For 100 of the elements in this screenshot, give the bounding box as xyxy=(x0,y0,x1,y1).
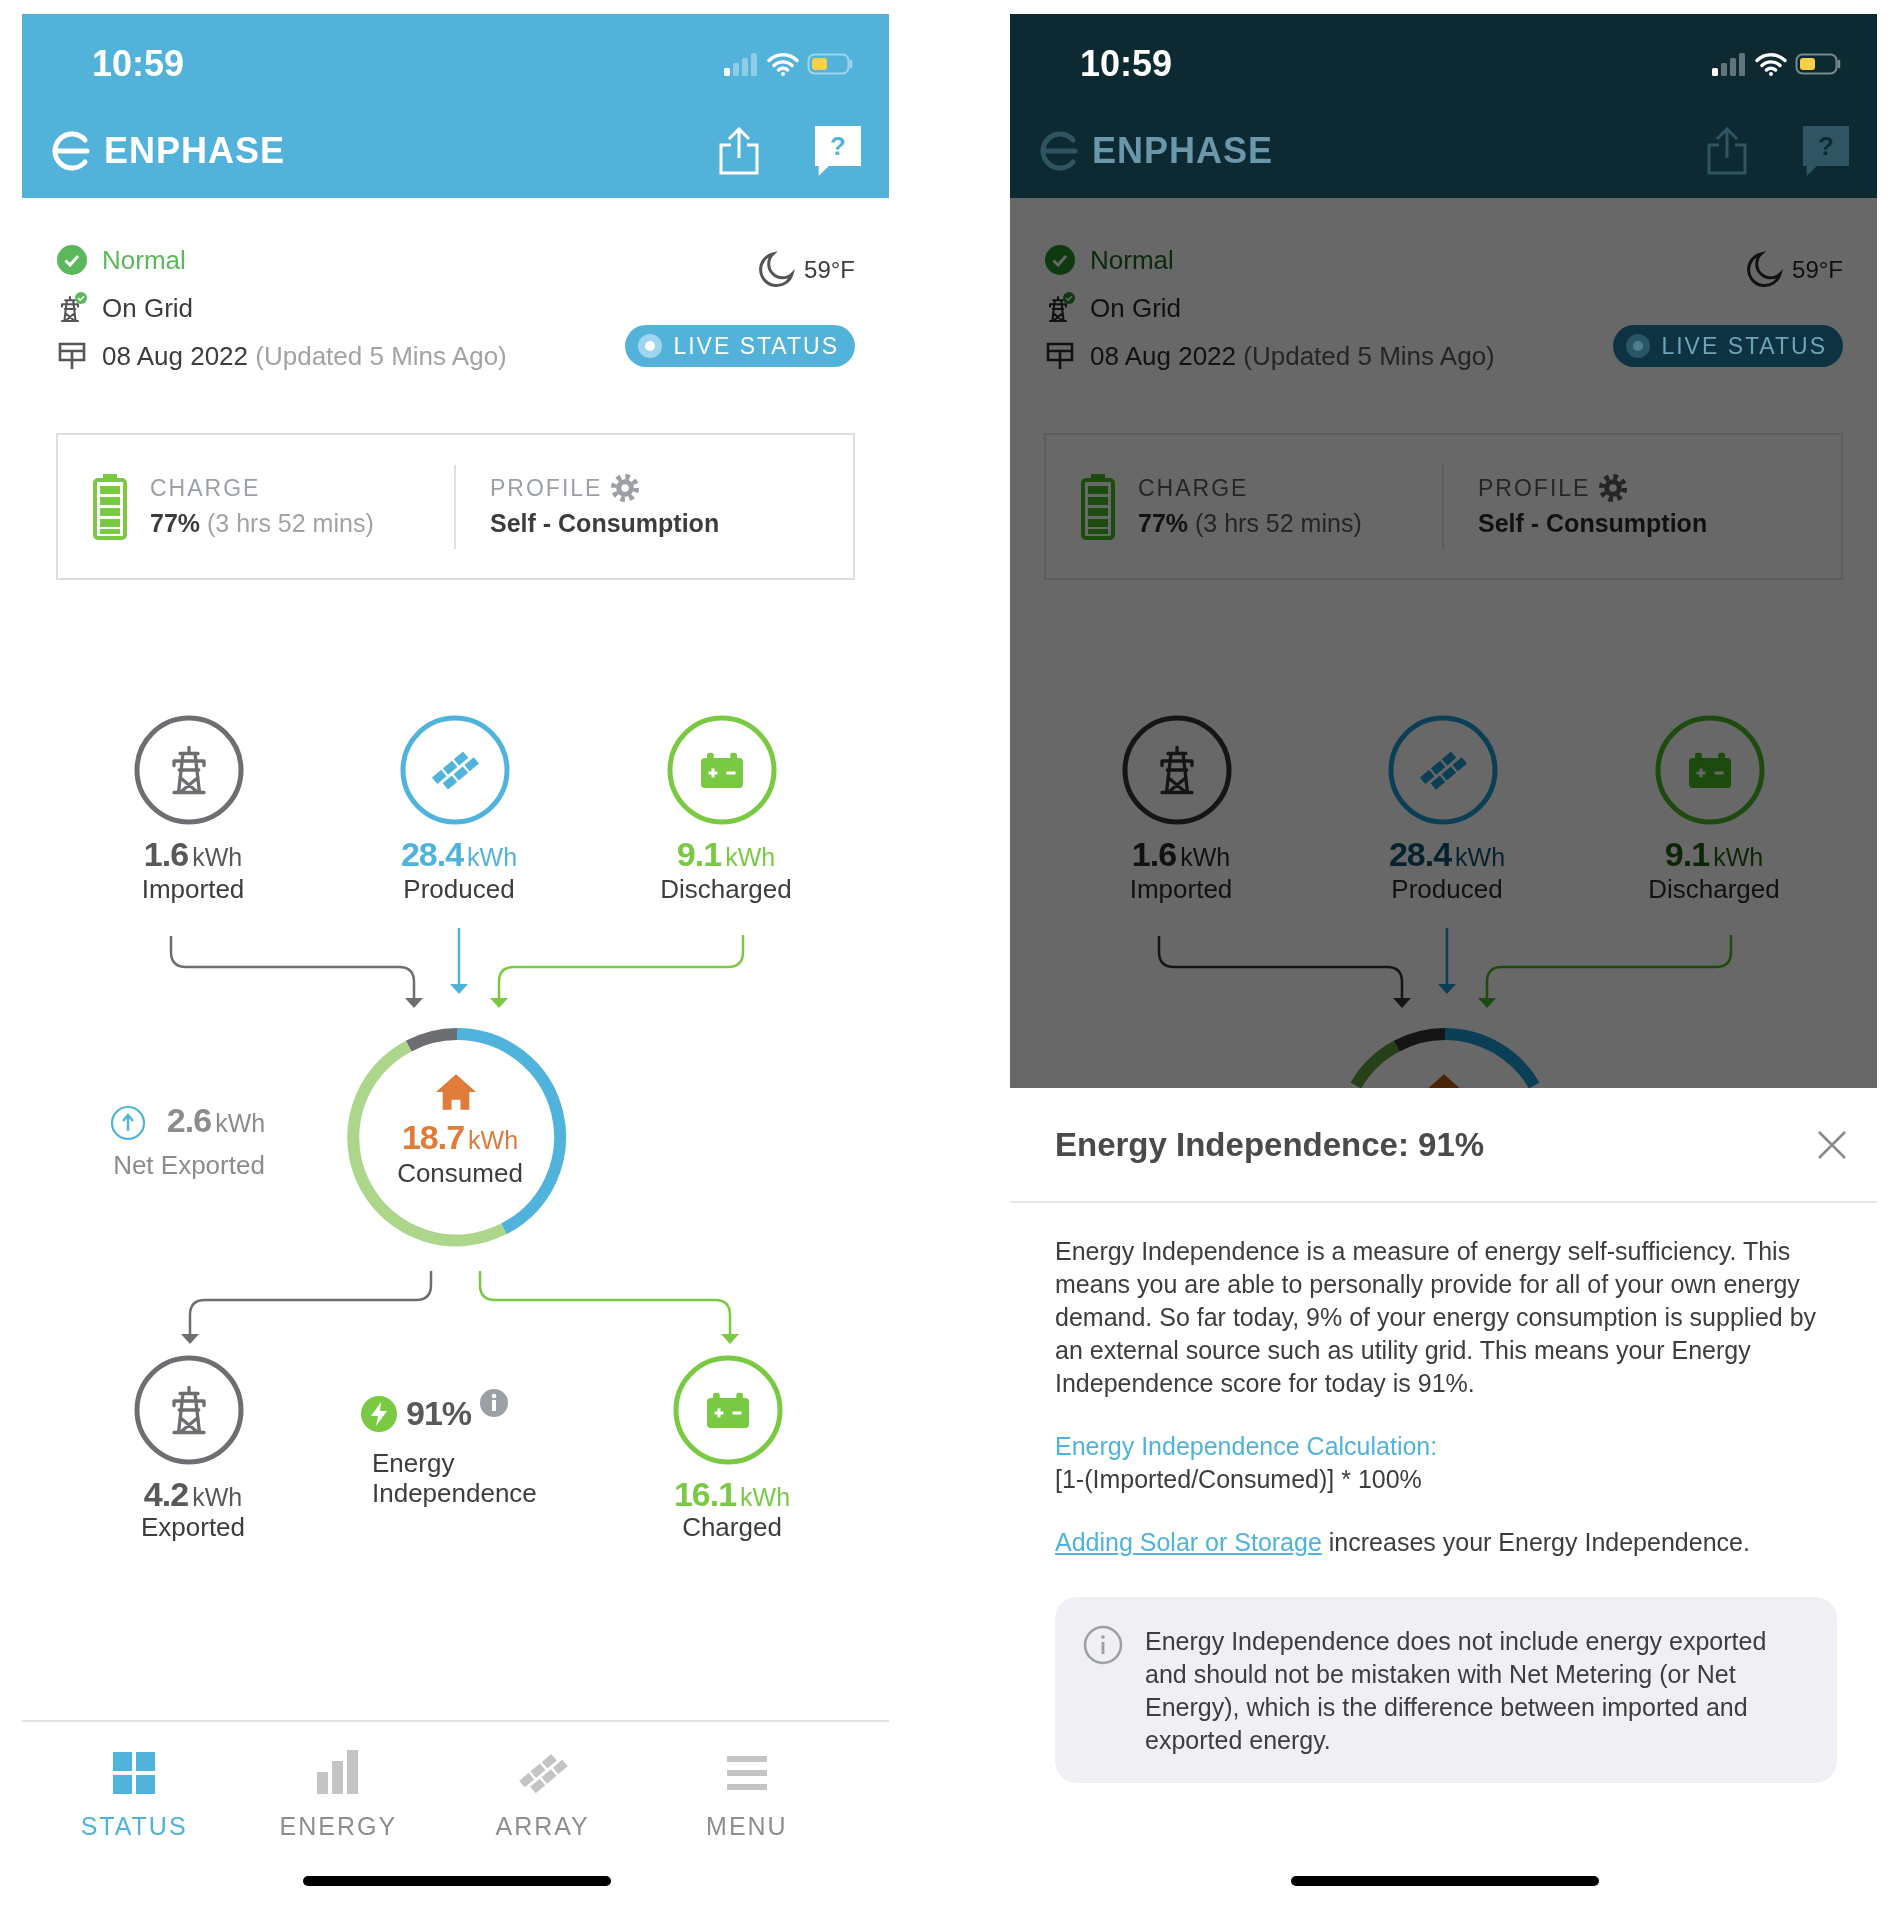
help-button[interactable]: ? xyxy=(815,126,861,176)
wifi-icon xyxy=(767,52,799,76)
grid-text: On Grid xyxy=(102,291,194,325)
energy-label: Charged xyxy=(682,1510,782,1544)
energy-value: 1.6 xyxy=(143,834,189,873)
tab-button[interactable]: STATUS xyxy=(32,1748,237,1848)
share-button[interactable] xyxy=(717,127,761,175)
independence-label: Energy Independence xyxy=(372,1448,538,1508)
logo-icon xyxy=(50,130,92,172)
status-text: Normal xyxy=(1090,243,1174,277)
energy-value: 9.1 xyxy=(676,834,722,873)
status-text: Normal xyxy=(102,243,186,277)
energy-unit: kWh xyxy=(725,842,776,871)
profile-value: Self - Consumption xyxy=(490,508,720,539)
wifi-icon xyxy=(1755,52,1787,76)
charge-value: 77% xyxy=(150,509,201,537)
display-icon xyxy=(56,340,88,372)
live-status-button[interactable]: LIVE STATUS xyxy=(1613,325,1843,367)
check-circle-icon xyxy=(1044,244,1076,276)
profile-label: PROFILE xyxy=(1478,473,1591,503)
clock-time: 10:59 xyxy=(92,42,185,86)
updated-text: (Updated 5 Mins Ago) xyxy=(1243,340,1495,371)
energy-label: Imported xyxy=(1129,872,1233,906)
energy-label: Discharged xyxy=(660,872,792,906)
date-text: 08 Aug 2022 xyxy=(1090,340,1237,371)
tower-icon xyxy=(1121,714,1233,826)
battery-icon xyxy=(1795,52,1843,76)
date-text: 08 Aug 2022 xyxy=(102,340,249,371)
signal-icon xyxy=(1711,52,1747,76)
logo-icon xyxy=(1038,130,1080,172)
energy-label: Exported xyxy=(140,1510,246,1544)
energy-label: Consumed xyxy=(397,1156,523,1190)
charge-label: CHARGE xyxy=(150,473,262,503)
check-circle-icon xyxy=(56,244,88,276)
share-button[interactable] xyxy=(1705,127,1749,175)
close-button[interactable] xyxy=(1817,1129,1847,1160)
energy-value: 2.6 xyxy=(166,1100,212,1139)
energy-value: 28.4 xyxy=(400,834,464,873)
grid-text: On Grid xyxy=(1090,291,1182,325)
battery-icon xyxy=(666,714,778,826)
energy-value: 18.7 xyxy=(401,1117,465,1156)
battery-level-icon xyxy=(92,472,128,541)
energy-unit: kWh xyxy=(468,1125,519,1154)
share-icon xyxy=(717,127,761,175)
battery-icon xyxy=(1654,714,1766,826)
energy-value: 28.4 xyxy=(1388,834,1452,873)
help-button[interactable]: ? xyxy=(1803,126,1849,176)
clock-time: 10:59 xyxy=(1080,42,1173,86)
tab-button[interactable]: MENU xyxy=(644,1748,849,1848)
energy-unit: kWh xyxy=(192,1482,243,1511)
energy-unit: kWh xyxy=(1455,842,1506,871)
tower-icon xyxy=(133,1354,245,1466)
energy-unit: kWh xyxy=(215,1108,266,1137)
energy-label: Discharged xyxy=(1648,872,1780,906)
charge-time: (3 hrs 52 mins) xyxy=(1195,509,1362,537)
charge-label: CHARGE xyxy=(1138,473,1250,503)
link-sentence: Adding Solar or Storage increases your Energy Independence. xyxy=(1055,1527,1751,1558)
info-icon[interactable] xyxy=(479,1388,510,1418)
energy-unit: kWh xyxy=(467,842,518,871)
energy-label: Imported xyxy=(141,872,245,906)
calculation-title: Energy Independence Calculation: xyxy=(1055,1431,1439,1462)
temperature-text: 59°F xyxy=(1792,255,1843,285)
charge-value: 77% xyxy=(1138,509,1189,537)
tab-button[interactable]: ENERGY xyxy=(236,1748,441,1848)
energy-value: 1.6 xyxy=(1131,834,1177,873)
live-dot-icon xyxy=(1625,333,1652,359)
energy-unit: kWh xyxy=(1713,842,1764,871)
formula-text: [1-(Imported/Consumed)] * 100% xyxy=(1055,1464,1423,1495)
battery-icon xyxy=(807,52,855,76)
moon-icon xyxy=(756,250,797,290)
solar-storage-link[interactable]: Adding Solar or Storage xyxy=(1055,1528,1322,1556)
flow-arrow xyxy=(450,928,468,994)
independence-value: 91% xyxy=(406,1393,472,1434)
info-icon xyxy=(1083,1625,1123,1665)
share-icon xyxy=(1705,127,1749,175)
moon-icon xyxy=(1744,250,1785,290)
close-icon xyxy=(1817,1129,1847,1160)
description-text: Energy Independence is a measure of energy self-sufficiency. This means you are able to personally provide for all of your own energy demand. So far today, 9% of your energy consumption is supplied by an external source such as utility grid. This means your Energy Independence score for today is 91%. xyxy=(1055,1236,1818,1399)
battery-level-icon xyxy=(1080,472,1116,541)
energy-label: Net Exported xyxy=(113,1148,265,1182)
charge-time: (3 hrs 52 mins) xyxy=(207,509,374,537)
gear-icon xyxy=(610,472,641,503)
tower-icon xyxy=(133,714,245,826)
energy-label: Produced xyxy=(1391,872,1503,906)
signal-icon xyxy=(723,52,759,76)
tab-button[interactable]: ARRAY xyxy=(440,1748,645,1848)
live-dot-icon xyxy=(637,333,664,359)
energy-unit: kWh xyxy=(1180,842,1231,871)
bolt-icon xyxy=(360,1394,398,1433)
energy-value: 9.1 xyxy=(1664,834,1710,873)
energy-value: 16.1 xyxy=(673,1474,737,1513)
energy-label: Produced xyxy=(403,872,515,906)
solar-panel-icon xyxy=(1387,714,1499,826)
export-up-icon xyxy=(110,1105,146,1141)
temperature-text: 59°F xyxy=(804,255,855,285)
sheet-title: Energy Independence: 91% xyxy=(1055,1124,1485,1165)
gear-icon xyxy=(1598,472,1629,503)
live-status-button[interactable]: LIVE STATUS xyxy=(625,325,855,367)
brand-name: ENPHASE xyxy=(1092,129,1274,173)
energy-unit: kWh xyxy=(192,842,243,871)
